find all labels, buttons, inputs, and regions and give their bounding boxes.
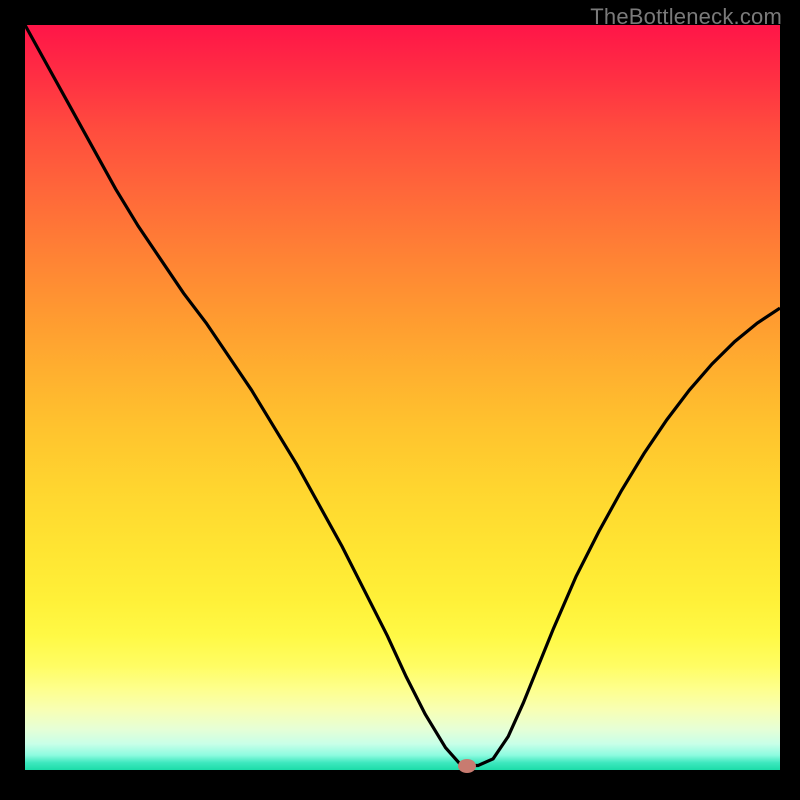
bottleneck-curve-svg — [25, 25, 780, 770]
bottleneck-curve-path — [25, 25, 780, 766]
watermark-attribution: TheBottleneck.com — [590, 4, 782, 30]
optimal-point-marker — [458, 759, 476, 773]
chart-plot-area — [25, 25, 780, 770]
